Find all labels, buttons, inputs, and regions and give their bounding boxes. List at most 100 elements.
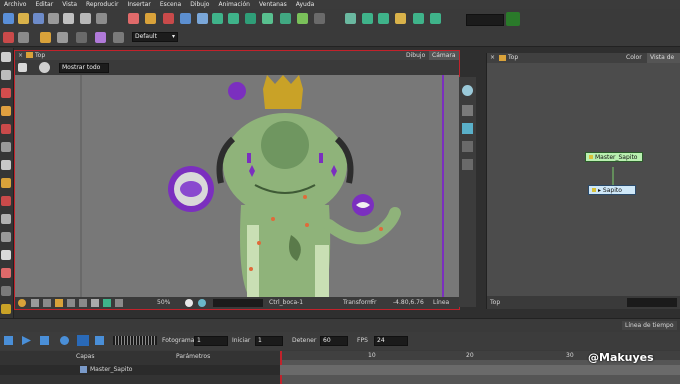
cut-icon[interactable] [128,13,139,24]
deform-icon[interactable] [280,13,291,24]
dropper-tool-icon[interactable] [1,268,11,278]
pencil-tool-icon[interactable] [1,106,11,116]
display-select[interactable]: Mostrar todo [59,63,109,73]
close-icon[interactable]: × [490,53,495,63]
texture-icon[interactable] [103,299,111,307]
wand-icon[interactable] [95,32,106,43]
shade-icon[interactable] [91,299,99,307]
new-icon[interactable] [3,13,14,24]
gear-icon[interactable] [39,62,50,73]
camera-view-icon[interactable] [462,85,473,96]
onion-icon[interactable] [43,299,51,307]
frame-toggle-icon[interactable] [67,299,75,307]
tree-icon[interactable] [506,12,520,26]
rotate-icon[interactable] [228,13,239,24]
tab-camara[interactable]: Cámara [429,51,459,60]
tab-color[interactable]: Color [623,53,645,63]
cube-view-icon[interactable] [462,123,473,134]
save-icon[interactable] [33,13,44,24]
preset-select[interactable]: Default ▾ [132,32,178,42]
pointer-icon[interactable] [18,63,27,72]
undo-icon[interactable] [96,13,107,24]
brush-tool-icon[interactable] [1,88,11,98]
menu-vista[interactable]: Vista [58,0,82,9]
transform-tool-icon[interactable] [1,286,11,296]
render-icon[interactable] [198,299,206,307]
sound-icon[interactable] [77,335,89,346]
light-icon[interactable] [18,299,26,307]
grid-toggle-icon[interactable] [31,299,39,307]
zoom-level[interactable]: 50% [157,297,170,309]
fx-icon[interactable] [57,32,68,43]
close-icon[interactable]: × [18,51,23,60]
pencil-icon[interactable] [113,32,124,43]
tool-a-icon[interactable] [180,13,191,24]
menu-insertar[interactable]: Insertar [123,0,155,9]
menu-escena[interactable]: Escena [156,0,186,9]
brush-icon[interactable] [40,32,51,43]
bolt-icon[interactable] [79,299,87,307]
canvas[interactable] [15,75,459,297]
tab-dibujo[interactable]: Dibujo [403,51,428,60]
node-canvas[interactable]: Master_Sapito ▸ Sapito [487,63,680,296]
color-select[interactable] [466,14,504,26]
pin-icon[interactable] [297,13,308,24]
layer-row[interactable]: Master_Sapito [0,365,280,375]
grid-icon[interactable] [18,32,29,43]
sound-scrub-icon[interactable] [95,336,104,345]
camera-view-panel[interactable]: × Top Dibujo Cámara Mostrar todo 50% Ctr… [14,50,460,310]
timeline-panel[interactable]: Línea de tiempo Fotograma 1 Iniciar 1 De… [0,318,680,384]
record-icon[interactable] [163,13,174,24]
menu-ayuda[interactable]: Ayuda [292,0,320,9]
layers-view-icon[interactable] [462,159,473,170]
bone-icon[interactable] [314,13,325,24]
smooth-tool-icon[interactable] [1,250,11,260]
blank-field[interactable] [213,299,263,307]
layer-icon[interactable] [3,32,14,43]
frame-icon[interactable] [395,13,406,24]
iniciar-input[interactable]: 1 [255,336,283,346]
sync-icon[interactable] [60,336,69,345]
contour-tool-icon[interactable] [1,70,11,80]
menu-dibujo[interactable]: Dibujo [186,0,214,9]
sun-icon[interactable] [55,299,63,307]
cutter-tool-icon[interactable] [1,232,11,242]
open-icon[interactable] [18,13,29,24]
node-icon[interactable] [345,13,356,24]
node-view-panel[interactable]: × Top Color Vista de no Master_Sapito ▸ … [486,53,680,309]
tab-timeline[interactable]: Línea de tiempo [622,321,677,330]
ink-tool-icon[interactable] [1,196,11,206]
text-tool-icon[interactable] [1,160,11,170]
arrow-icon[interactable] [76,32,87,43]
first-frame-icon[interactable] [4,336,13,345]
safe-area-icon[interactable] [115,299,123,307]
menu-ventanas[interactable]: Ventanas [255,0,292,9]
copy-icon[interactable] [63,13,74,24]
paste-icon[interactable] [80,13,91,24]
scene-icon[interactable] [48,13,59,24]
stroke-tool-icon[interactable] [1,214,11,224]
loop-icon[interactable] [40,336,49,345]
menu-reproducir[interactable]: Reproducir [82,0,123,9]
skew-icon[interactable] [262,13,273,24]
rig-icon[interactable] [430,13,441,24]
ik-icon[interactable] [378,13,389,24]
side-view-icon[interactable] [462,141,473,152]
chain-icon[interactable] [362,13,373,24]
color-icon[interactable] [185,299,193,307]
bone-tool-icon[interactable] [1,304,11,314]
menu-editar[interactable]: Editar [31,0,58,9]
frame-row[interactable] [280,365,680,375]
transform-icon[interactable] [212,13,223,24]
tab-node-view[interactable]: Vista de no [647,53,680,71]
menu-archivo[interactable]: Archivo [0,0,31,9]
fotograma-input[interactable]: 1 [194,336,228,346]
node-master-sapito[interactable]: Master_Sapito [585,152,643,162]
fps-input[interactable]: 24 [374,336,408,346]
shape-tool-icon[interactable] [1,142,11,152]
top-view-icon[interactable] [462,105,473,116]
paint-tool-icon[interactable] [1,178,11,188]
speed-slider[interactable] [113,336,157,345]
node-sapito[interactable]: ▸ Sapito [588,185,636,195]
play-icon[interactable] [22,336,31,345]
